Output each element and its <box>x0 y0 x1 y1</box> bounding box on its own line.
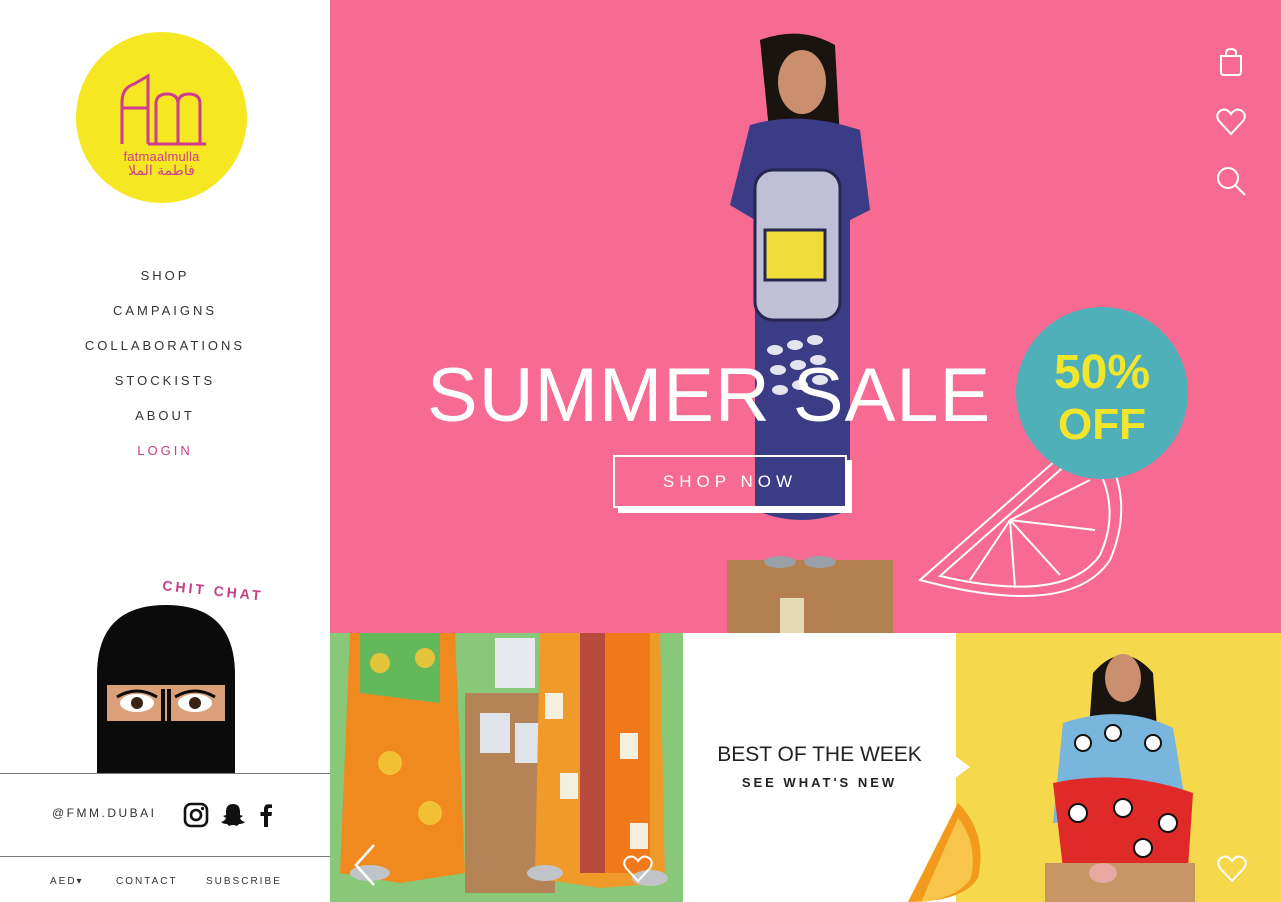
chit-chat-label[interactable]: CHIT CHAT <box>158 578 278 608</box>
badge-off: OFF <box>1058 400 1146 449</box>
sale-badge: 50% OFF <box>1016 307 1188 479</box>
wishlist-heart-icon[interactable] <box>1216 853 1248 885</box>
search-icon[interactable] <box>1215 165 1247 197</box>
chit-chat-character-icon[interactable] <box>97 605 235 773</box>
chit-chat-text: CHIT CHAT <box>162 578 265 604</box>
social-handle[interactable]: @FMM.DUBAI <box>52 806 157 820</box>
badge-percent: 50% <box>1053 346 1151 399</box>
facebook-icon[interactable] <box>252 801 280 829</box>
subscribe-link[interactable]: SUBSCRIBE <box>206 876 282 887</box>
instagram-icon[interactable] <box>182 801 210 829</box>
best-of-week-image <box>908 654 1195 902</box>
contact-link[interactable]: CONTACT <box>116 876 178 887</box>
brand-logo[interactable]: fatmaalmulla فاطمة الملا <box>76 32 247 203</box>
best-of-week-title: BEST OF THE WEEK <box>717 743 922 766</box>
heart-icon[interactable] <box>1215 106 1247 138</box>
currency-selector[interactable]: AED▾ <box>50 876 84 887</box>
nav-item-collaborations[interactable]: COLLABORATIONS <box>0 332 330 367</box>
shopping-bag-icon[interactable] <box>1215 46 1247 78</box>
hero-banner[interactable]: SUMMER SALE SHOP NOW 50% OFF <box>330 0 1281 633</box>
snapchat-icon[interactable] <box>219 801 247 829</box>
page: fatmaalmulla فاطمة الملا SHOP CAMPAIGNS … <box>0 0 1281 902</box>
nav-item-campaigns[interactable]: CAMPAIGNS <box>0 297 330 332</box>
sidebar: fatmaalmulla فاطمة الملا SHOP CAMPAIGNS … <box>0 0 330 902</box>
hero-model-image <box>727 33 893 633</box>
see-whats-new-link[interactable]: SEE WHAT'S NEW <box>683 775 956 790</box>
social-bar: @FMM.DUBAI <box>0 773 330 857</box>
wishlist-heart-icon[interactable] <box>622 853 654 885</box>
nav-item-about[interactable]: ABOUT <box>0 402 330 437</box>
main-nav: SHOP CAMPAIGNS COLLABORATIONS STOCKISTS … <box>0 262 330 472</box>
sidebar-footer: AED▾ CONTACT SUBSCRIBE <box>0 857 330 902</box>
nav-item-shop[interactable]: SHOP <box>0 262 330 297</box>
chevron-left-icon[interactable] <box>352 843 378 887</box>
hero-title: SUMMER SALE <box>427 353 992 438</box>
nav-item-login[interactable]: LOGIN <box>0 437 330 472</box>
shop-now-button[interactable]: SHOP NOW <box>613 455 847 508</box>
logo-arabic-text: فاطمة الملا <box>128 163 195 179</box>
logo-latin-text: fatmaalmulla <box>123 149 200 164</box>
best-of-week-tile[interactable]: BEST OF THE WEEK SEE WHAT'S NEW <box>683 633 1281 902</box>
nav-item-stockists[interactable]: STOCKISTS <box>0 367 330 402</box>
